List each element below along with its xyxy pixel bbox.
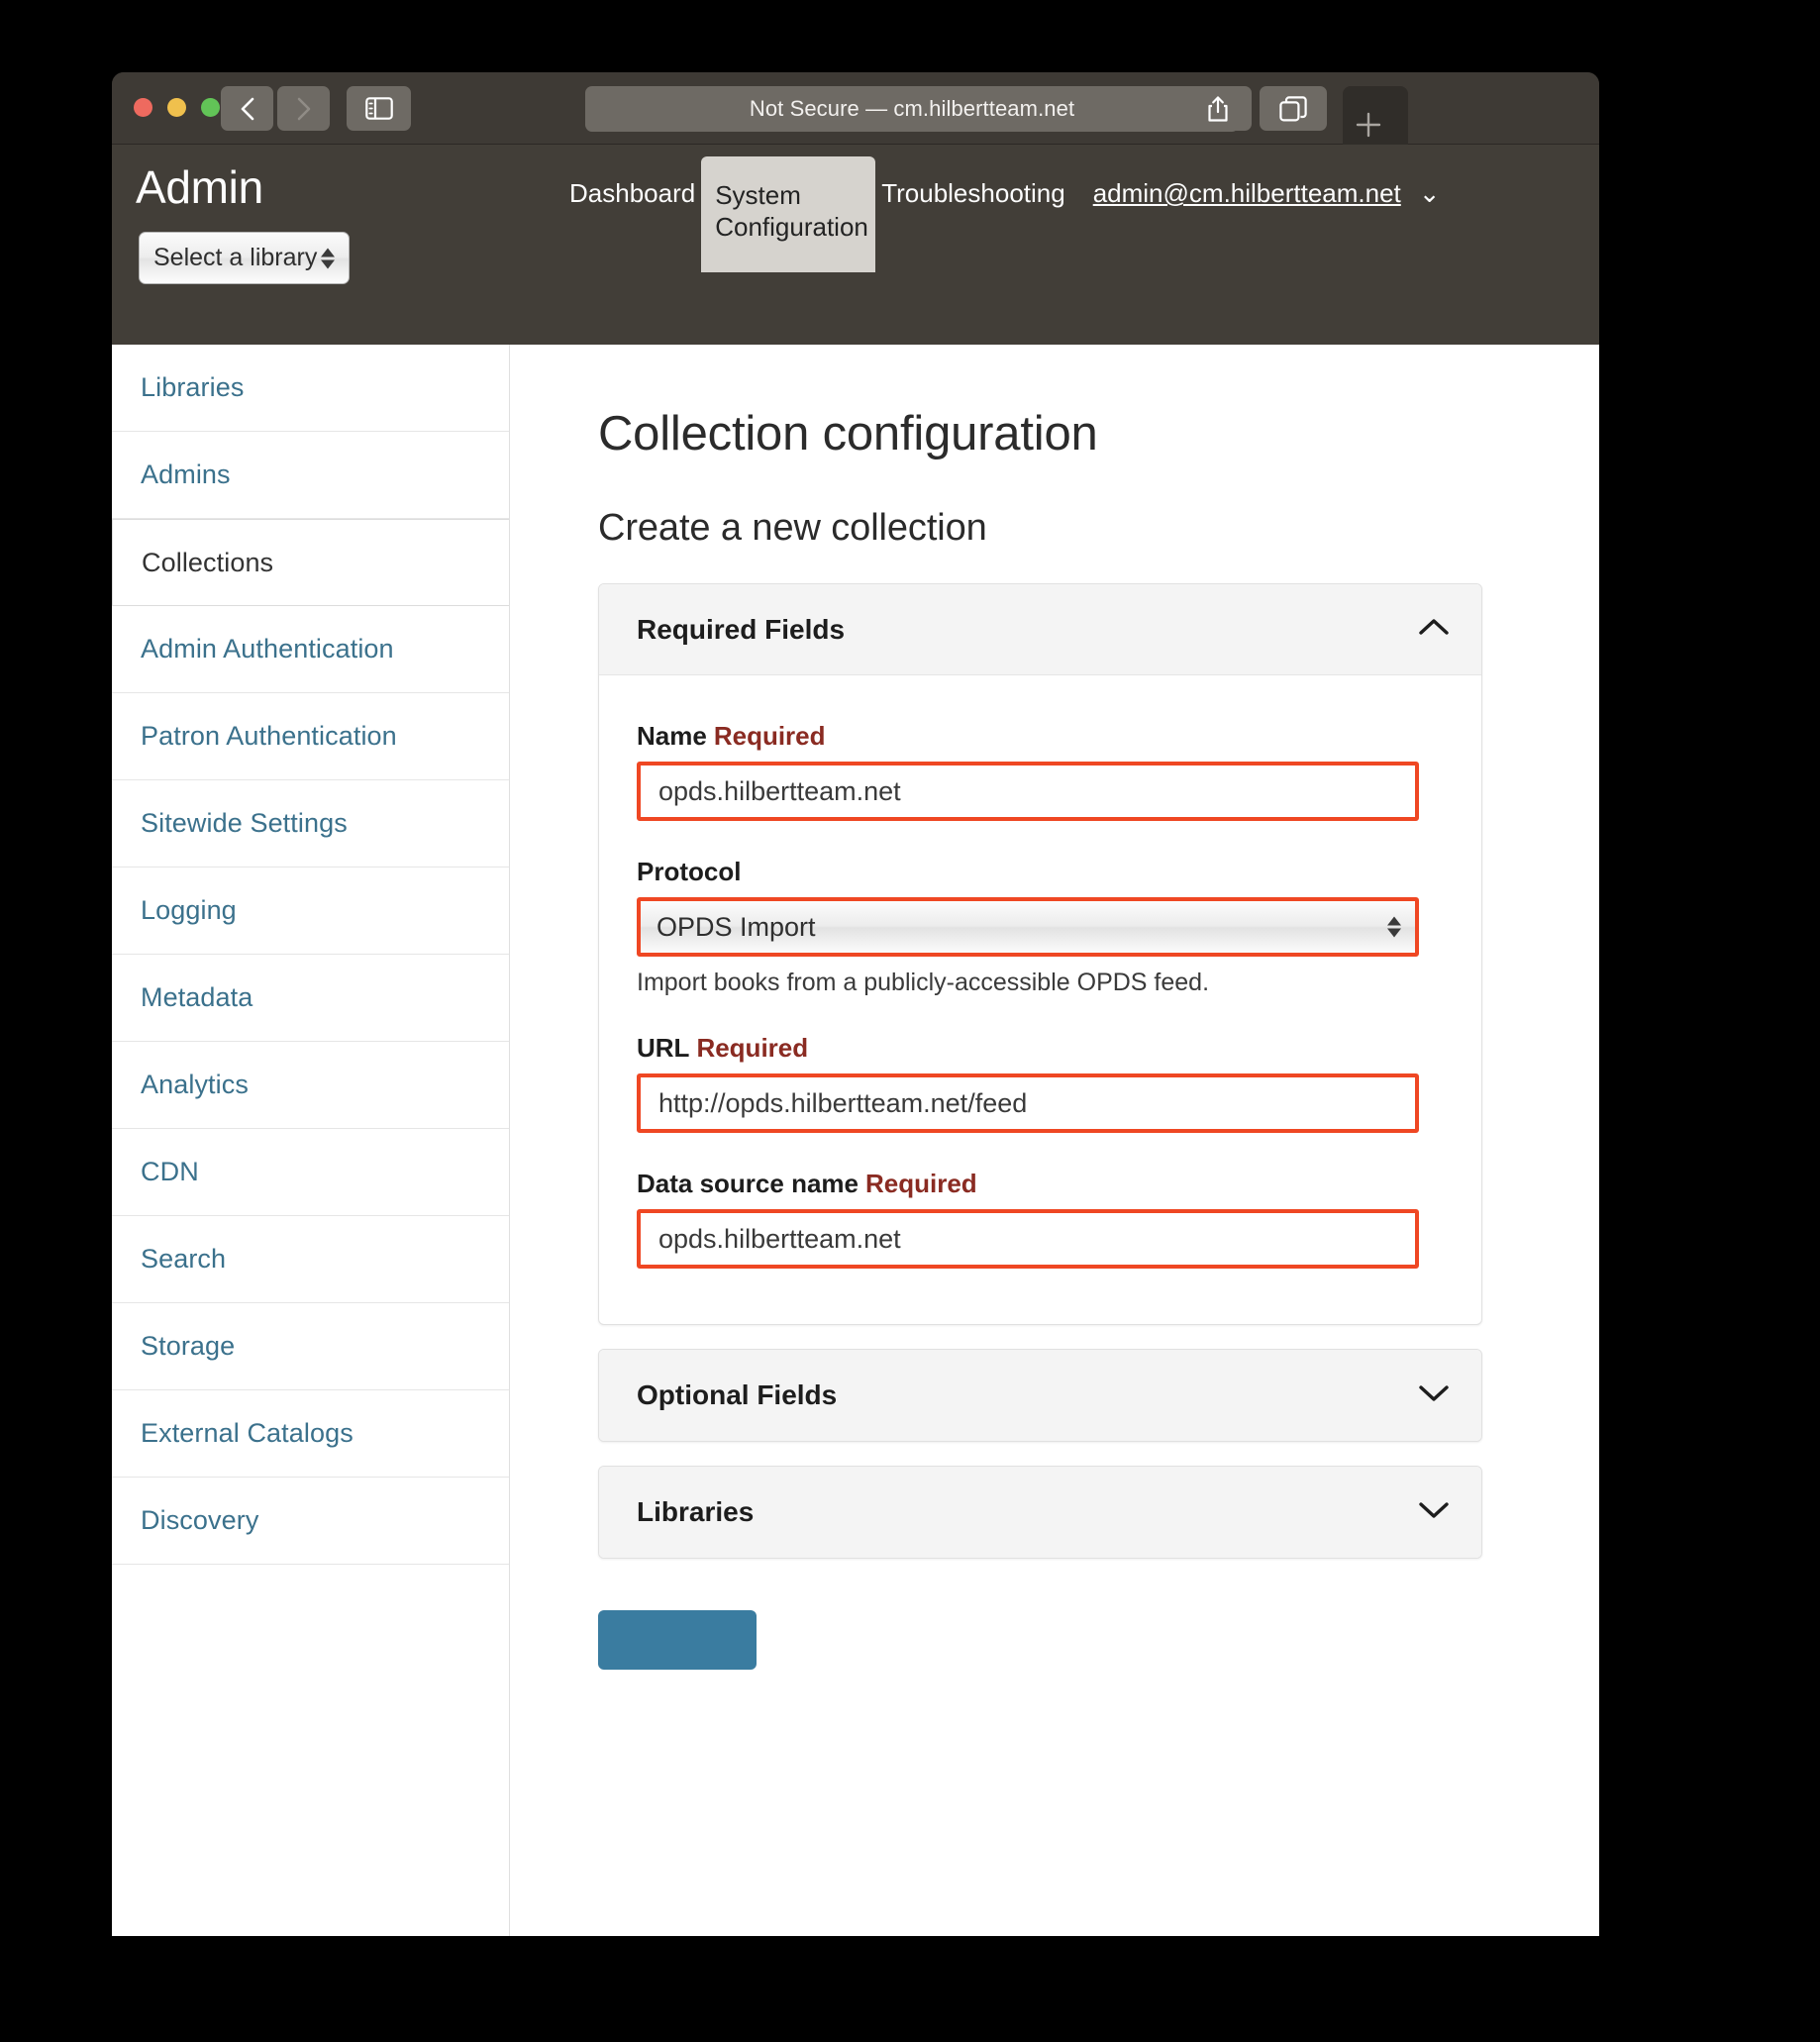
page-title: Collection configuration (598, 407, 1098, 460)
field-url-required-badge: Required (696, 1033, 809, 1063)
sidebar-item-collections[interactable]: Collections (112, 519, 509, 606)
sidebar-item-logging[interactable]: Logging (112, 868, 509, 955)
main-content: Collection configuration Create a new co… (510, 345, 1599, 1936)
field-url-label: URL Required (637, 1033, 1444, 1064)
library-select-value: Select a library (153, 244, 318, 271)
field-protocol: Protocol OPDS Import Import books from a… (637, 857, 1444, 997)
sidebar-item-libraries[interactable]: Libraries (112, 345, 509, 432)
field-name: Name Required (637, 721, 1444, 821)
chevron-right-icon (296, 96, 312, 122)
field-data-source-name-label-text: Data source name (637, 1169, 859, 1198)
chevron-down-icon[interactable] (1417, 1382, 1451, 1409)
library-select[interactable]: Select a library (139, 232, 350, 284)
close-window-button[interactable] (134, 98, 152, 117)
screenshot-root: Not Secure — cm.hilbertteam.net Admin Se… (0, 0, 1820, 2042)
field-url-label-text: URL (637, 1033, 690, 1063)
nav-item-system-configuration[interactable]: System Configuration (701, 156, 876, 273)
sidebar-item-sitewide-settings[interactable]: Sitewide Settings (112, 780, 509, 868)
chevron-up-icon[interactable] (1417, 616, 1451, 643)
stepper-arrows-icon (1387, 916, 1401, 938)
panel-optional-fields-header[interactable]: Optional Fields (599, 1350, 1481, 1441)
field-data-source-name-required-badge: Required (864, 1169, 977, 1198)
field-name-required-badge: Required (713, 721, 826, 751)
back-button[interactable] (221, 86, 273, 131)
panel-required-fields: Required Fields Name Required opds.hilbe… (598, 583, 1482, 1325)
data-source-name-input[interactable] (637, 1209, 1419, 1269)
nav-item-dashboard[interactable]: Dashboard (563, 156, 701, 232)
submit-button[interactable] (598, 1610, 757, 1670)
sidebar-item-admin-authentication[interactable]: Admin Authentication (112, 606, 509, 693)
tab-overview-icon (1279, 95, 1307, 122)
nav-item-troubleshooting[interactable]: Troubleshooting (875, 156, 1071, 232)
field-protocol-label: Protocol (637, 857, 1444, 887)
address-bar-text: Not Secure — cm.hilbertteam.net (749, 96, 1075, 121)
app-title: Admin (136, 161, 263, 213)
tab-overview-button[interactable] (1260, 86, 1327, 131)
panel-required-fields-title: Required Fields (637, 613, 846, 645)
protocol-select-value: OPDS Import (657, 911, 816, 942)
chevron-down-icon[interactable]: ⌄ (1401, 156, 1441, 231)
minimize-window-button[interactable] (167, 98, 186, 117)
plus-icon (1355, 111, 1382, 144)
panel-libraries: Libraries (598, 1466, 1482, 1559)
sidebar-item-analytics[interactable]: Analytics (112, 1042, 509, 1129)
panel-libraries-title: Libraries (637, 1496, 755, 1527)
name-input[interactable] (637, 762, 1419, 821)
sidebar-item-discovery[interactable]: Discovery (112, 1478, 509, 1565)
field-name-label: Name Required (637, 721, 1444, 752)
field-name-label-text: Name (637, 721, 707, 751)
field-protocol-help: Import books from a publicly-accessible … (637, 969, 1210, 996)
maximize-window-button[interactable] (201, 98, 220, 117)
sidebar-nav: Libraries Admins Collections Admin Authe… (112, 345, 510, 1936)
forward-button[interactable] (277, 86, 330, 131)
chevron-left-icon (240, 96, 255, 122)
sidebar-toggle-button[interactable] (347, 86, 411, 131)
panel-optional-fields: Optional Fields (598, 1349, 1482, 1442)
protocol-select[interactable]: OPDS Import (637, 897, 1419, 957)
field-protocol-label-text: Protocol (637, 857, 742, 886)
sidebar-item-cdn[interactable]: CDN (112, 1129, 509, 1216)
window-controls (134, 98, 220, 117)
sidebar-item-external-catalogs[interactable]: External Catalogs (112, 1390, 509, 1478)
field-data-source-name: Data source name Required (637, 1169, 1444, 1269)
url-input[interactable] (637, 1073, 1419, 1133)
share-button[interactable] (1184, 86, 1252, 131)
address-bar[interactable]: Not Secure — cm.hilbertteam.net (585, 86, 1239, 132)
panel-required-fields-header[interactable]: Required Fields (599, 584, 1481, 675)
field-url: URL Required (637, 1033, 1444, 1133)
field-data-source-name-label: Data source name Required (637, 1169, 1444, 1199)
sidebar-item-metadata[interactable]: Metadata (112, 955, 509, 1042)
user-account-link[interactable]: admin@cm.hilbertteam.net (1071, 156, 1401, 231)
sidebar-toggle-icon (364, 97, 393, 120)
browser-toolbar: Not Secure — cm.hilbertteam.net (112, 72, 1599, 157)
panel-optional-fields-title: Optional Fields (637, 1379, 838, 1410)
browser-window: Not Secure — cm.hilbertteam.net Admin Se… (112, 72, 1599, 1936)
stepper-arrows-icon (321, 248, 335, 268)
share-icon (1206, 95, 1230, 123)
sidebar-item-patron-authentication[interactable]: Patron Authentication (112, 693, 509, 780)
main-nav: Dashboard System Configuration Troublesh… (563, 145, 1441, 357)
section-title: Create a new collection (598, 507, 987, 549)
admin-header: Admin Select a library Dashboard System … (112, 145, 1599, 345)
sidebar-item-search[interactable]: Search (112, 1216, 509, 1303)
panel-libraries-header[interactable]: Libraries (599, 1467, 1481, 1558)
panel-required-fields-body: NameRequired Protocol OPDS Import (599, 675, 1481, 1324)
sidebar-item-admins[interactable]: Admins (112, 432, 509, 519)
chevron-down-icon[interactable] (1417, 1499, 1451, 1526)
page-body: Libraries Admins Collections Admin Authe… (112, 345, 1599, 1936)
sidebar-item-storage[interactable]: Storage (112, 1303, 509, 1390)
